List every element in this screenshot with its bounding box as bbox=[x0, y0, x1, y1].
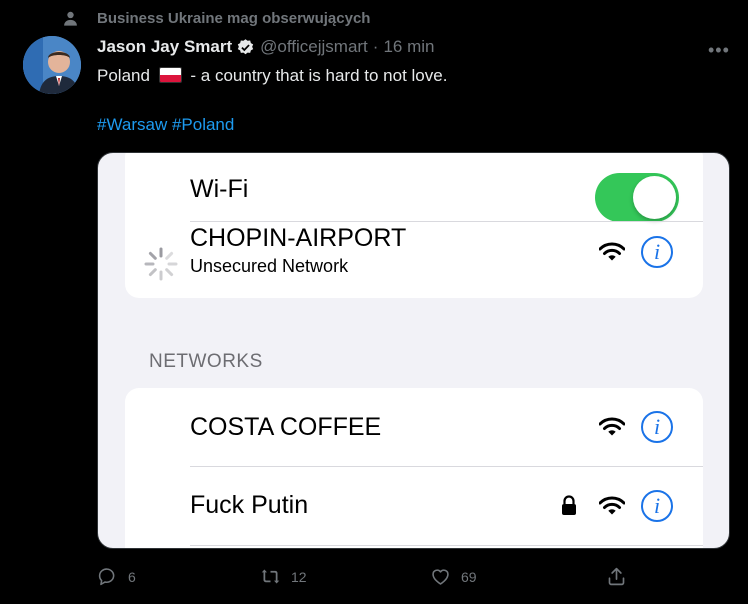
tweet-header: Jason Jay Smart @officejjsmart · 16 min bbox=[97, 37, 434, 57]
media-image[interactable]: Wi-Fi CHOPIN-AIRPORT Unsecured Network i… bbox=[97, 152, 730, 549]
share-icon bbox=[608, 567, 625, 586]
networks-card: COSTA COFFEE i Fuck Putin i bbox=[125, 388, 703, 548]
network-row-costa[interactable]: COSTA COFFEE i bbox=[125, 388, 703, 466]
networks-section-header: NETWORKS bbox=[149, 351, 263, 372]
wifi-toggle-row: Wi-Fi bbox=[125, 153, 703, 231]
divider bbox=[190, 545, 703, 546]
wifi-icon bbox=[599, 496, 625, 515]
info-icon[interactable]: i bbox=[641, 236, 673, 268]
info-icon[interactable]: i bbox=[641, 411, 673, 443]
reply-icon bbox=[98, 568, 115, 586]
current-network-row[interactable]: CHOPIN-AIRPORT Unsecured Network i bbox=[125, 222, 703, 298]
network-row-putin[interactable]: Fuck Putin i bbox=[125, 467, 703, 545]
social-context-text: Business Ukraine mag obserwujących bbox=[97, 10, 371, 27]
current-network-status: Unsecured Network bbox=[190, 256, 349, 276]
retweet-icon bbox=[261, 569, 280, 584]
author-handle[interactable]: @officejjsmart bbox=[260, 37, 368, 57]
retweet-count: 12 bbox=[291, 568, 307, 585]
like-count: 69 bbox=[461, 568, 477, 585]
timestamp[interactable]: 16 min bbox=[383, 37, 434, 57]
hashtag-poland[interactable]: #Poland bbox=[172, 115, 234, 134]
person-icon bbox=[64, 11, 77, 26]
tweet-actions: 6 12 69 bbox=[97, 566, 637, 590]
author-name[interactable]: Jason Jay Smart bbox=[97, 37, 232, 57]
separator: · bbox=[372, 37, 379, 56]
avatar[interactable] bbox=[23, 36, 81, 94]
poland-flag-icon bbox=[158, 67, 182, 83]
like-button[interactable]: 69 bbox=[430, 566, 477, 587]
lock-icon bbox=[562, 495, 576, 515]
network-name: Fuck Putin bbox=[190, 491, 309, 519]
tweet-text-start: Poland bbox=[97, 66, 150, 85]
hashtags: #Warsaw #Poland bbox=[97, 113, 234, 137]
tweet-text-end: - a country that is hard to not love. bbox=[190, 66, 448, 85]
like-icon bbox=[432, 569, 449, 585]
spinner-icon bbox=[144, 247, 178, 281]
social-context[interactable]: Business Ukraine mag obserwujących bbox=[62, 10, 370, 27]
wifi-label: Wi-Fi bbox=[190, 175, 249, 203]
hashtag-warsaw[interactable]: #Warsaw bbox=[97, 115, 167, 134]
info-icon[interactable]: i bbox=[641, 490, 673, 522]
avatar-image bbox=[23, 36, 81, 94]
tweet-text: Poland - a country that is hard to not l… bbox=[97, 64, 447, 88]
current-network-name: CHOPIN-AIRPORT bbox=[190, 224, 407, 252]
share-button[interactable] bbox=[606, 566, 627, 587]
network-name: COSTA COFFEE bbox=[190, 413, 382, 441]
wifi-icon bbox=[599, 417, 625, 436]
wifi-toggle[interactable] bbox=[595, 173, 679, 222]
wifi-icon bbox=[599, 242, 625, 261]
retweet-button[interactable]: 12 bbox=[260, 566, 307, 587]
more-icon[interactable]: ••• bbox=[708, 40, 730, 61]
wifi-card: Wi-Fi CHOPIN-AIRPORT Unsecured Network i bbox=[125, 153, 703, 298]
reply-button[interactable]: 6 bbox=[97, 566, 136, 587]
toggle-knob bbox=[633, 176, 676, 219]
verified-icon bbox=[237, 38, 254, 54]
reply-count: 6 bbox=[128, 568, 136, 585]
